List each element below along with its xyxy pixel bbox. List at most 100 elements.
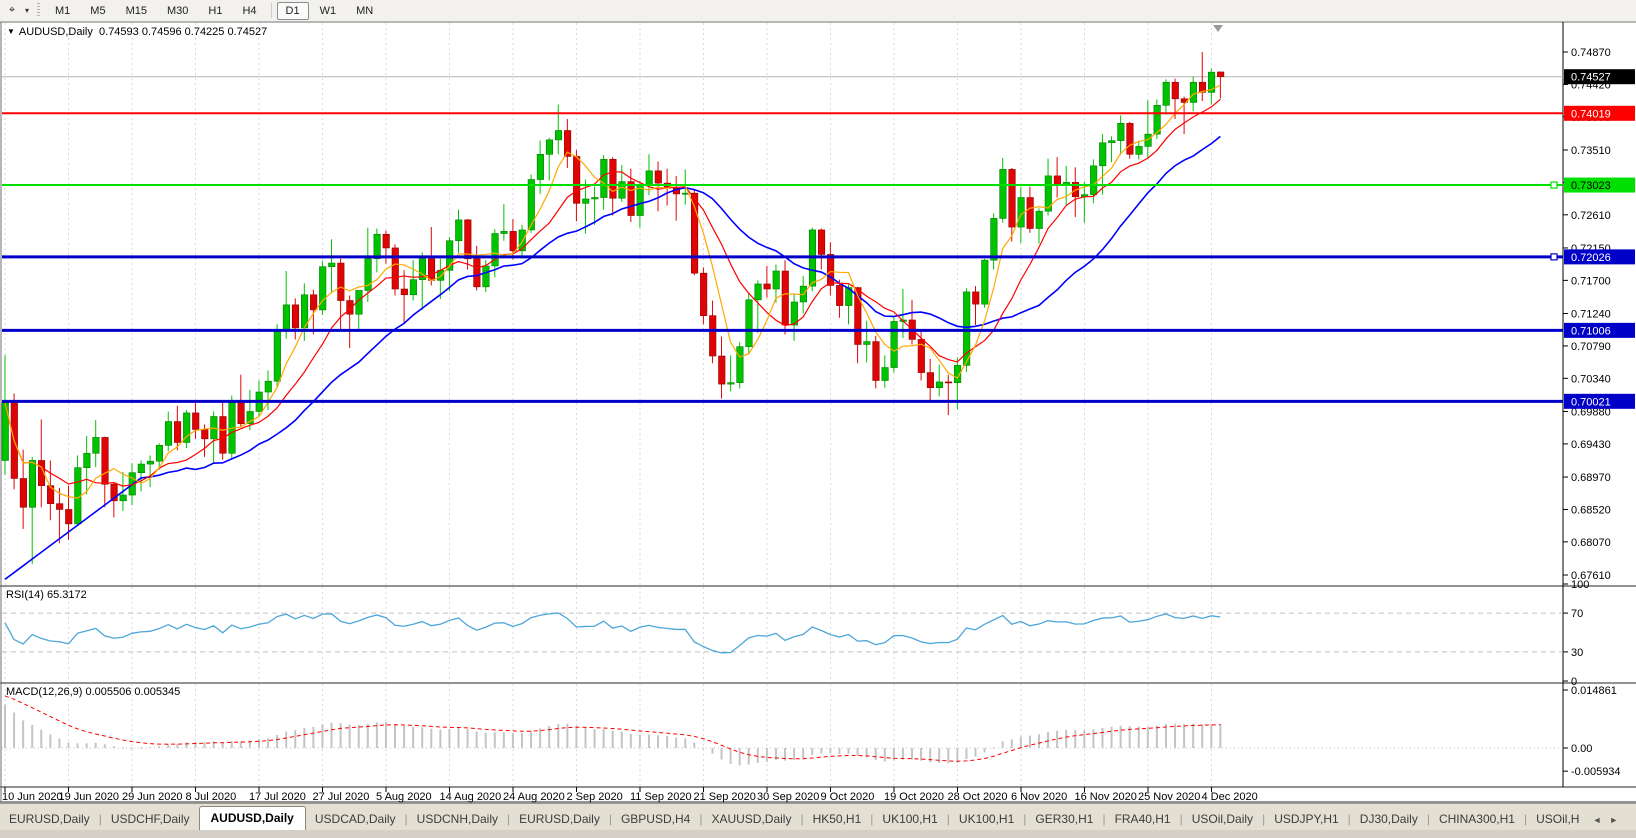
macd-bar [1029,736,1031,748]
macd-bar [1219,724,1221,748]
macd-bar [430,729,432,748]
timeframe-button-mn[interactable]: MN [347,2,382,20]
candle-body [519,230,526,251]
timeframe-button-m5[interactable]: M5 [81,2,114,20]
candle-body [737,347,744,383]
macd-bar [340,723,342,748]
price-label-text: 0.71006 [1571,325,1611,337]
candle-body [646,171,653,185]
timeframe-button-d1[interactable]: D1 [277,2,309,20]
macd-bar [730,748,732,764]
price-label-text: 0.70021 [1571,396,1611,408]
crosshair-icon[interactable]: ⌖ [3,2,21,19]
macd-bar [748,748,750,765]
macd-bar [684,738,686,748]
chart-tab-uk100-h1[interactable]: UK100,H1 [950,808,1023,831]
date-tick-label: 11 Sep 2020 [630,791,692,803]
macd-bar [1092,729,1094,748]
candle-body [1217,72,1224,77]
date-tick-label: 5 Aug 2020 [376,791,432,803]
chart-tab-usdjpy-h1[interactable]: USDJPY,H1 [1265,808,1347,831]
macd-bar [956,748,958,763]
chart-tab-gbpusd-h4[interactable]: GBPUSD,H4 [612,808,699,831]
candle-body [1036,211,1043,228]
macd-bar [1074,730,1076,748]
candle-body [755,284,762,300]
tab-scroll-left-icon[interactable]: ◄ [1588,810,1605,831]
chart-tab-dj30-daily[interactable]: DJ30,Daily [1351,808,1427,831]
candle-body [1118,123,1125,140]
candle-body [510,231,517,250]
symbol-tab-bar: EURUSD,Daily|USDCHF,DailyAUDUSD,DailyUSD… [0,803,1636,831]
macd-bar [1101,728,1103,748]
candle-body [555,131,562,140]
macd-bar [140,747,142,748]
candle-body [610,159,617,198]
candle-body [1027,198,1034,229]
chart-tab-eurusd-daily[interactable]: EURUSD,Daily [0,808,99,831]
timeframe-button-h1[interactable]: H1 [199,2,231,20]
chart-tab-eurusd-daily[interactable]: EURUSD,Daily [510,808,609,831]
candle-body [1090,166,1097,195]
macd-bar [984,748,986,752]
candle-body [474,259,481,287]
macd-bar [702,748,704,749]
hline-drag-handle[interactable] [1551,254,1557,260]
macd-bar [539,728,541,748]
macd-bar [503,732,505,748]
candle-body [292,305,299,328]
svg-text:0.70340: 0.70340 [1571,373,1611,385]
chart-tab-audusd-daily[interactable]: AUDUSD,Daily [199,806,306,831]
timeframe-button-m1[interactable]: M1 [46,2,79,20]
price-label-text: 0.74019 [1571,108,1611,120]
chart-tab-usoil-h[interactable]: USOil,H [1527,808,1588,831]
candle-body [655,171,662,183]
macd-bar [666,736,668,748]
macd-bar [1038,734,1040,748]
macd-bar [1111,727,1113,748]
timeframe-button-m30[interactable]: M30 [158,2,197,20]
macd-bar [385,722,387,748]
macd-bar [58,739,60,748]
candle-body [936,382,943,388]
chart-tab-usdcad-daily[interactable]: USDCAD,Daily [306,808,405,831]
macd-bar [612,731,614,748]
macd-bar [711,748,713,754]
date-tick-label: 25 Nov 2020 [1138,791,1200,803]
candle-body [56,504,63,510]
macd-bar [122,748,124,749]
chart-tab-usdcnh-daily[interactable]: USDCNH,Daily [408,808,507,831]
timeframe-button-w1[interactable]: W1 [311,2,346,20]
macd-bar [512,733,514,748]
timeframe-button-m15[interactable]: M15 [117,2,156,20]
chart-tab-uk100-h1[interactable]: UK100,H1 [873,808,946,831]
price-chart[interactable]: 0.748700.744200.739700.735100.730600.726… [0,21,1636,803]
tab-scroll-right-icon[interactable]: ► [1605,810,1622,831]
candle-body [728,383,735,384]
chart-tab-ger30-h1[interactable]: GER30,H1 [1026,808,1102,831]
candle-body [329,263,336,267]
macd-bar [1165,724,1167,748]
hline-drag-handle[interactable] [1551,182,1557,188]
timeframe-button-h4[interactable]: H4 [233,2,265,20]
chart-tab-hk50-h1[interactable]: HK50,H1 [804,808,871,831]
macd-bar [1120,726,1122,748]
date-tick-label: 30 Sep 2020 [757,791,819,803]
svg-text:0.71700: 0.71700 [1571,275,1611,287]
chart-tab-china300-h1[interactable]: CHINA300,H1 [1430,808,1524,831]
chevron-down-icon[interactable]: ▾ [21,2,33,19]
chart-tab-xauusd-daily[interactable]: XAUUSD,Daily [702,808,800,831]
macd-bar [1047,732,1049,748]
macd-bar [575,726,577,748]
chart-tab-usdchf-daily[interactable]: USDCHF,Daily [102,808,199,831]
chart-tab-usoil-daily[interactable]: USOil,Daily [1183,808,1262,831]
date-tick-label: 21 Sep 2020 [694,791,756,803]
macd-bar [1192,724,1194,748]
chart-tab-fra40-h1[interactable]: FRA40,H1 [1106,808,1180,831]
chart-window: 0.748700.744200.739700.735100.730600.726… [0,21,1636,803]
toolbar-grip[interactable] [37,3,40,18]
candle-body [84,453,91,467]
collapse-arrow-icon[interactable]: ▼ [7,27,15,36]
macd-bar [403,726,405,748]
macd-bar [40,730,42,748]
